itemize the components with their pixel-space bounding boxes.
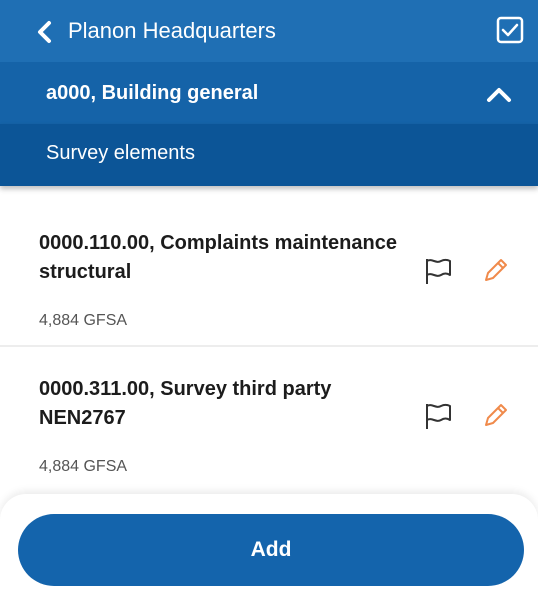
app-header: Planon Headquarters — [0, 0, 538, 62]
item-subtitle: 4,884 GFSA — [39, 312, 128, 329]
footer: Add — [0, 494, 538, 605]
header-title[interactable]: Planon Headquarters — [68, 16, 276, 46]
pencil-icon[interactable] — [482, 401, 510, 429]
section-header[interactable]: a000, Building general — [0, 62, 538, 124]
item-title: 0000.311.00, Survey third party NEN2767 — [39, 378, 332, 429]
flag-icon[interactable] — [422, 401, 454, 431]
list-item[interactable]: 0000.110.00, Complaints maintenance stru… — [0, 186, 538, 347]
subheader: Survey elements — [0, 124, 538, 186]
section-title: a000, Building general — [46, 82, 259, 104]
chevron-left-icon[interactable] — [34, 20, 56, 44]
pencil-icon[interactable] — [482, 256, 510, 284]
item-subtitle: 4,884 GFSA — [39, 458, 128, 475]
add-button[interactable]: Add — [18, 514, 524, 586]
item-title: 0000.110.00, Complaints maintenance stru… — [39, 232, 397, 283]
chevron-up-icon[interactable] — [486, 84, 512, 104]
checkbox-checked-icon[interactable] — [496, 16, 524, 44]
flag-icon[interactable] — [422, 256, 454, 286]
subheader-title: Survey elements — [46, 142, 195, 164]
list-item[interactable]: 0000.311.00, Survey third party NEN2767 … — [0, 347, 538, 495]
